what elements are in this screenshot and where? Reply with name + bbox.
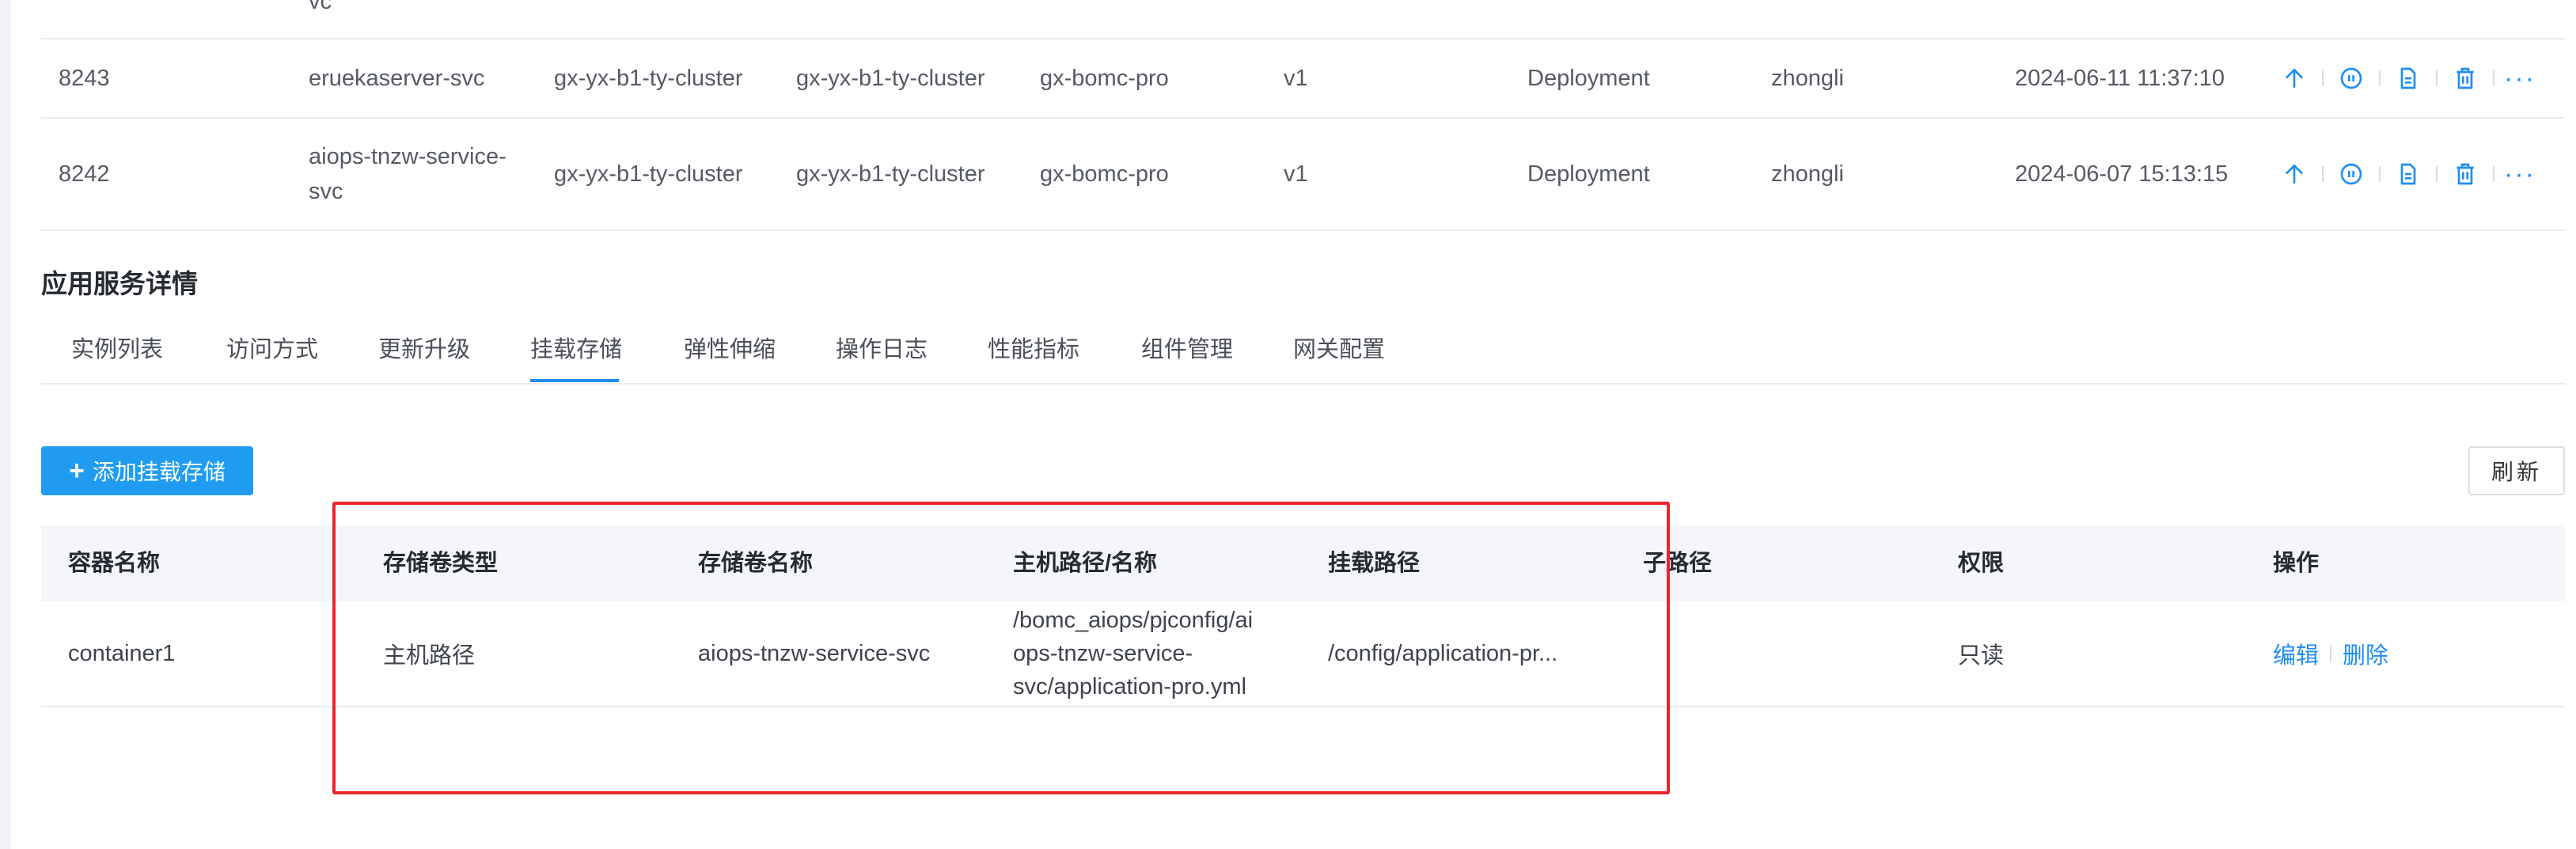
document-icon[interactable] (2390, 60, 2426, 97)
document-icon[interactable] (2390, 156, 2426, 192)
workload-kind: Deployment (1527, 161, 1650, 187)
namespace: gx-bomc-pro (1040, 161, 1169, 187)
tab-autoscaling[interactable]: 弹性伸缩 (684, 331, 776, 364)
detail-tabs: 实例列表 访问方式 更新升级 挂载存储 弹性伸缩 操作日志 性能指标 组件管理 … (41, 316, 2565, 385)
col-sub-path: 子路径 (1643, 551, 1713, 576)
pause-icon[interactable] (2333, 60, 2369, 97)
tab-update-upgrade[interactable]: 更新升级 (378, 331, 470, 364)
host-path-line: ops-tnzw-service- (1013, 641, 1193, 666)
cluster-name-2: gx-yx-b1-ty-cluster (796, 66, 985, 91)
table-row[interactable]: 8243 eruekaserver-svc gx-yx-b1-ty-cluste… (41, 40, 2565, 119)
more-icon[interactable]: ··· (2504, 60, 2536, 97)
pause-icon[interactable] (2333, 156, 2369, 192)
host-path-line: /bomc_aiops/pjconfig/ai (1013, 608, 1254, 633)
table-row[interactable]: 8242 aiops-tnzw-service- svc gx-yx-b1-ty… (41, 119, 2565, 231)
add-mount-storage-button[interactable]: + 添加挂载存储 (41, 446, 253, 495)
cluster-name: gx-yx-b1-ty-cluster (554, 161, 743, 187)
col-actions: 操作 (2273, 551, 2320, 576)
deployment-id: 8243 (59, 66, 110, 91)
active-tab-indicator (530, 379, 619, 382)
tab-mount-storage[interactable]: 挂载存储 (530, 331, 622, 364)
host-path: /bomc_aiops/pjconfig/ai ops-tnzw-service… (1013, 601, 1306, 706)
service-name-line: svc (309, 179, 343, 204)
plus-icon: + (69, 456, 85, 486)
col-host-path: 主机路径/名称 (1013, 551, 1158, 576)
row-actions: ··· (2276, 40, 2536, 117)
row-operations: 编辑 删除 (2273, 601, 2388, 706)
trash-icon[interactable] (2447, 156, 2483, 192)
col-mount-path: 挂载路径 (1328, 551, 1421, 576)
version: v1 (1284, 161, 1308, 187)
col-permission: 权限 (1958, 551, 2005, 576)
divider (2330, 645, 2332, 662)
cluster-name-2: gx-yx-b1-ty-cluster (796, 161, 985, 187)
divider (2322, 70, 2324, 86)
upgrade-arrow-icon[interactable] (2276, 156, 2312, 192)
host-path-line: svc/application-pro.yml (1013, 674, 1246, 699)
tab-component-management[interactable]: 组件管理 (1141, 331, 1233, 364)
tab-performance-metrics[interactable]: 性能指标 (988, 331, 1079, 364)
creator: zhongli (1771, 161, 1844, 187)
divider (2379, 166, 2381, 182)
edit-link[interactable]: 编辑 (2273, 637, 2319, 670)
divider (2493, 166, 2494, 182)
add-mount-storage-label: 添加挂载存储 (92, 460, 226, 484)
table-row[interactable]: vc (41, 0, 2565, 40)
divider (2436, 70, 2438, 86)
created-time: 2024-06-11 11:37:10 (2015, 66, 2225, 91)
created-time: 2024-06-07 15:13:15 (2015, 161, 2229, 187)
service-name-line: aiops-tnzw-service- (309, 144, 506, 169)
more-icon[interactable]: ··· (2504, 156, 2536, 192)
workload-kind: Deployment (1527, 66, 1650, 91)
cluster-name: gx-yx-b1-ty-cluster (554, 66, 743, 91)
service-name: eruekaserver-svc (309, 66, 485, 91)
row-actions: ··· (2276, 119, 2536, 229)
version: v1 (1284, 66, 1308, 91)
permission: 只读 (1958, 643, 2005, 669)
col-container-name: 容器名称 (68, 551, 161, 576)
creator: zhongli (1771, 66, 1844, 91)
divider (2322, 166, 2324, 182)
table-header: 容器名称 存储卷类型 存储卷名称 主机路径/名称 挂载路径 子路径 权限 操作 (41, 525, 2565, 601)
upgrade-arrow-icon[interactable] (2276, 60, 2312, 97)
col-volume-type: 存储卷类型 (383, 551, 499, 576)
app-root: vc 8243 eruekaserver-svc gx-yx-b1-ty-clu… (0, 0, 2576, 849)
mount-path: /config/application-pr... (1328, 640, 1558, 666)
tab-gateway-config[interactable]: 网关配置 (1293, 331, 1385, 364)
section-title: 应用服务详情 (41, 269, 198, 298)
deployment-id: 8242 (59, 161, 110, 187)
volume-type: 主机路径 (383, 643, 476, 669)
left-sidebar-strip (0, 0, 9, 849)
col-volume-name: 存储卷名称 (698, 551, 814, 576)
table-row: container1 主机路径 aiops-tnzw-service-svc /… (41, 601, 2565, 707)
trash-icon[interactable] (2447, 60, 2483, 97)
tab-access-method[interactable]: 访问方式 (226, 331, 318, 364)
refresh-button[interactable]: 刷新 (2468, 446, 2565, 495)
divider (2493, 70, 2494, 86)
volume-name: aiops-tnzw-service-svc (698, 640, 931, 666)
delete-link[interactable]: 删除 (2343, 637, 2388, 670)
container-name: container1 (68, 640, 176, 666)
service-name: aiops-tnzw-service- svc (309, 119, 546, 229)
divider (2436, 166, 2438, 182)
tab-operation-log[interactable]: 操作日志 (836, 331, 928, 364)
service-name: vc (309, 0, 332, 14)
tab-instance-list[interactable]: 实例列表 (71, 331, 163, 364)
namespace: gx-bomc-pro (1040, 66, 1169, 91)
divider (2379, 70, 2381, 86)
deployments-table: vc 8243 eruekaserver-svc gx-yx-b1-ty-clu… (41, 0, 2565, 231)
mount-storage-table: 容器名称 存储卷类型 存储卷名称 主机路径/名称 挂载路径 子路径 权限 操作 … (41, 525, 2565, 707)
